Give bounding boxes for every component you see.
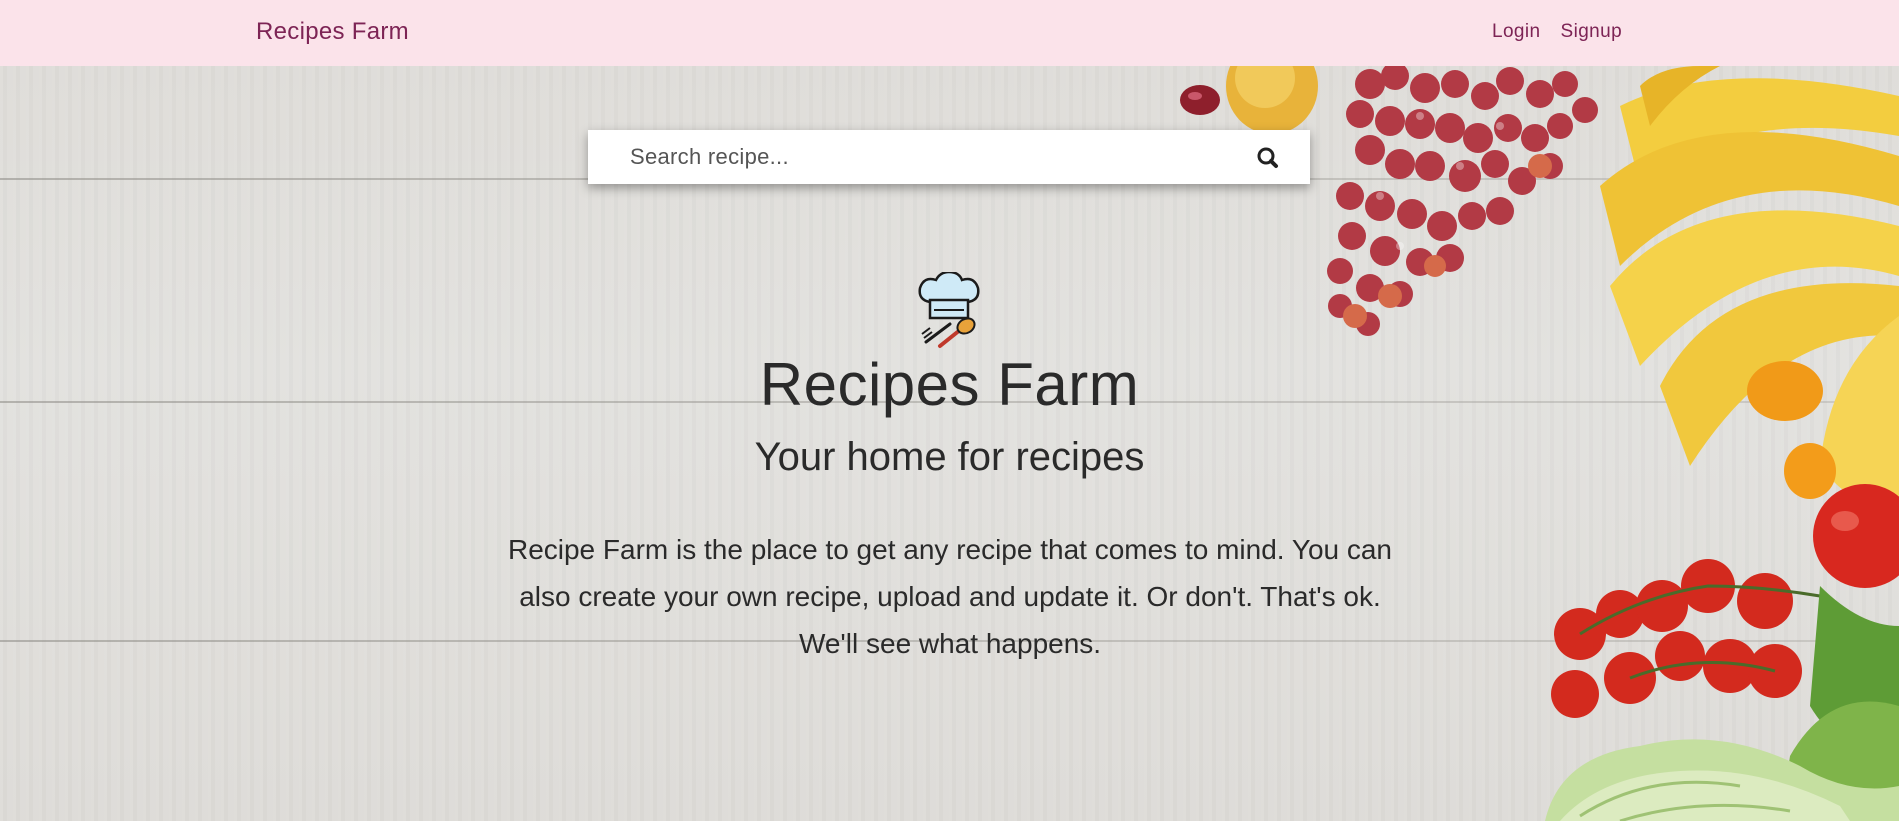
search-icon xyxy=(1257,147,1278,168)
login-link[interactable]: Login xyxy=(1492,21,1541,43)
navbar: Recipes Farm Login Signup xyxy=(0,0,1899,66)
search-bar xyxy=(588,130,1310,184)
hero-section: Recipes Farm Your home for recipes Recip… xyxy=(0,66,1899,821)
description-line: We'll see what happens. xyxy=(798,628,1102,659)
hero-description: Recipe Farm is the place to get any reci… xyxy=(470,526,1430,667)
search-button[interactable] xyxy=(1248,142,1288,174)
nav-links: Login Signup xyxy=(1492,21,1622,43)
hero-subtitle: Your home for recipes xyxy=(754,435,1145,479)
hero-title: Recipes Farm xyxy=(759,351,1140,418)
signup-link[interactable]: Signup xyxy=(1561,21,1623,43)
description-line: also create your own recipe, upload and … xyxy=(519,581,1381,612)
chef-hat-icon xyxy=(918,272,980,348)
description-line: Recipe Farm is the place to get any reci… xyxy=(507,534,1393,565)
search-input[interactable] xyxy=(628,143,1212,171)
brand-link[interactable]: Recipes Farm xyxy=(256,18,409,46)
